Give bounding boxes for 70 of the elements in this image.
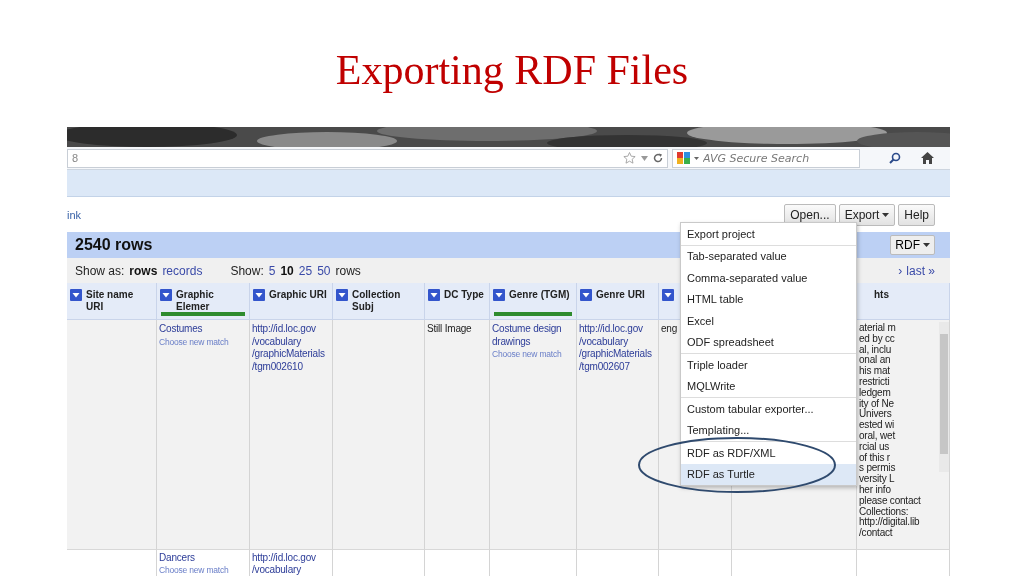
caret-icon [882, 212, 890, 217]
scrollbar[interactable] [939, 322, 949, 472]
column-header: hts [873, 289, 889, 301]
menu-item[interactable]: RDF as RDF/XML [681, 442, 856, 464]
choose-match-link[interactable]: Choose new match [159, 564, 229, 576]
row-count: 2540 rows [75, 236, 153, 254]
column-header: Graphic Elemer [176, 289, 215, 313]
table-cell-text: aterial m ed by cc al, inclu onal an his mat restricti ledgem ity of Ne Univers ested wi oral, wet rcial us of this r s permis versity L her info please contact Collections: http://digital.lib /contact [859, 323, 922, 539]
caret-icon [923, 243, 930, 247]
dropdown-icon[interactable] [253, 289, 265, 301]
menu-item[interactable]: Templating... [681, 419, 856, 441]
view-mode-option[interactable]: records [162, 263, 203, 278]
caret-icon[interactable] [641, 155, 648, 161]
dropdown-icon[interactable] [493, 289, 505, 301]
pager-link[interactable]: last » [906, 263, 935, 278]
cell-link[interactable]: Costume design drawings [492, 323, 562, 348]
cell-link[interactable]: http://id.loc.gov /vocabulary /graphicMaterials /tgm002610 [252, 323, 325, 373]
cell-text: eng [661, 323, 678, 336]
page-size-option[interactable]: 25 [298, 263, 313, 278]
page-size-option[interactable]: 10 [280, 263, 294, 278]
choose-match-link[interactable]: Choose new match [159, 335, 229, 348]
page-size-option[interactable]: 5 [268, 263, 276, 278]
dropdown-icon[interactable] [662, 289, 674, 301]
menu-item[interactable]: Triple loader [681, 354, 856, 376]
show-as-label: Show as: [75, 263, 125, 278]
column-header: Genre (TGM) [509, 289, 570, 301]
view-mode-option[interactable]: rows [129, 263, 158, 278]
search-field[interactable]: AVG Secure Search [672, 148, 860, 168]
caret-icon[interactable] [694, 156, 699, 160]
column-header: Site name URI [86, 289, 135, 313]
dropdown-icon[interactable] [580, 289, 592, 301]
menu-item[interactable]: RDF as Turtle [681, 463, 856, 485]
cell-link[interactable]: Dancers [159, 552, 195, 564]
reload-icon[interactable] [653, 153, 663, 163]
menu-item[interactable]: MQLWrite [681, 375, 856, 397]
menu-item[interactable]: Export project [681, 223, 856, 245]
toolbar-button[interactable]: Export [838, 203, 896, 226]
dropdown-icon[interactable] [160, 289, 172, 301]
cell-link[interactable]: http://id.loc.gov /vocabulary [252, 552, 316, 576]
menu-item[interactable]: HTML table [681, 288, 856, 310]
dropdown-icon[interactable] [336, 289, 348, 301]
show-label: Show: [230, 263, 264, 278]
menu-item[interactable]: Tab-separated value [681, 245, 856, 267]
column-header: Collection Subj [352, 289, 402, 313]
colored-squares-icon [677, 152, 690, 164]
pager-link[interactable]: › [898, 263, 903, 278]
column-header: Genre URI [596, 289, 645, 301]
rdf-button[interactable]: RDF [890, 235, 935, 255]
menu-item[interactable]: ODF spreadsheet [681, 331, 856, 353]
dropdown-icon[interactable] [70, 289, 82, 301]
column-header: DC Type [444, 289, 484, 301]
dropdown-icon[interactable] [428, 289, 440, 301]
cell-link[interactable]: http://id.loc.gov /vocabulary /graphicMaterials /tgm002607 [579, 323, 652, 373]
rows-label: rows [335, 263, 361, 278]
toolbar-button[interactable]: Help [898, 203, 935, 226]
slide-title: Exporting RDF Files [335, 45, 689, 94]
page-size-option[interactable]: 50 [317, 263, 331, 278]
menu-item[interactable]: Comma-separated value [681, 267, 856, 289]
cell-text: Still Image [427, 323, 472, 336]
address-text: 8 [72, 152, 79, 164]
menu-item[interactable]: Custom tabular exporter... [681, 398, 856, 420]
choose-match-link[interactable]: Choose new match [492, 348, 562, 360]
cell-link[interactable]: Costumes [159, 323, 203, 336]
search-input[interactable]: AVG Secure Search [703, 151, 823, 165]
search-icon[interactable] [889, 152, 901, 164]
home-icon[interactable] [921, 152, 934, 164]
menu-item[interactable]: Excel [681, 310, 856, 332]
link[interactable]: ink [67, 208, 82, 221]
column-header: Graphic URI [269, 289, 327, 301]
star-icon[interactable] [623, 152, 636, 164]
